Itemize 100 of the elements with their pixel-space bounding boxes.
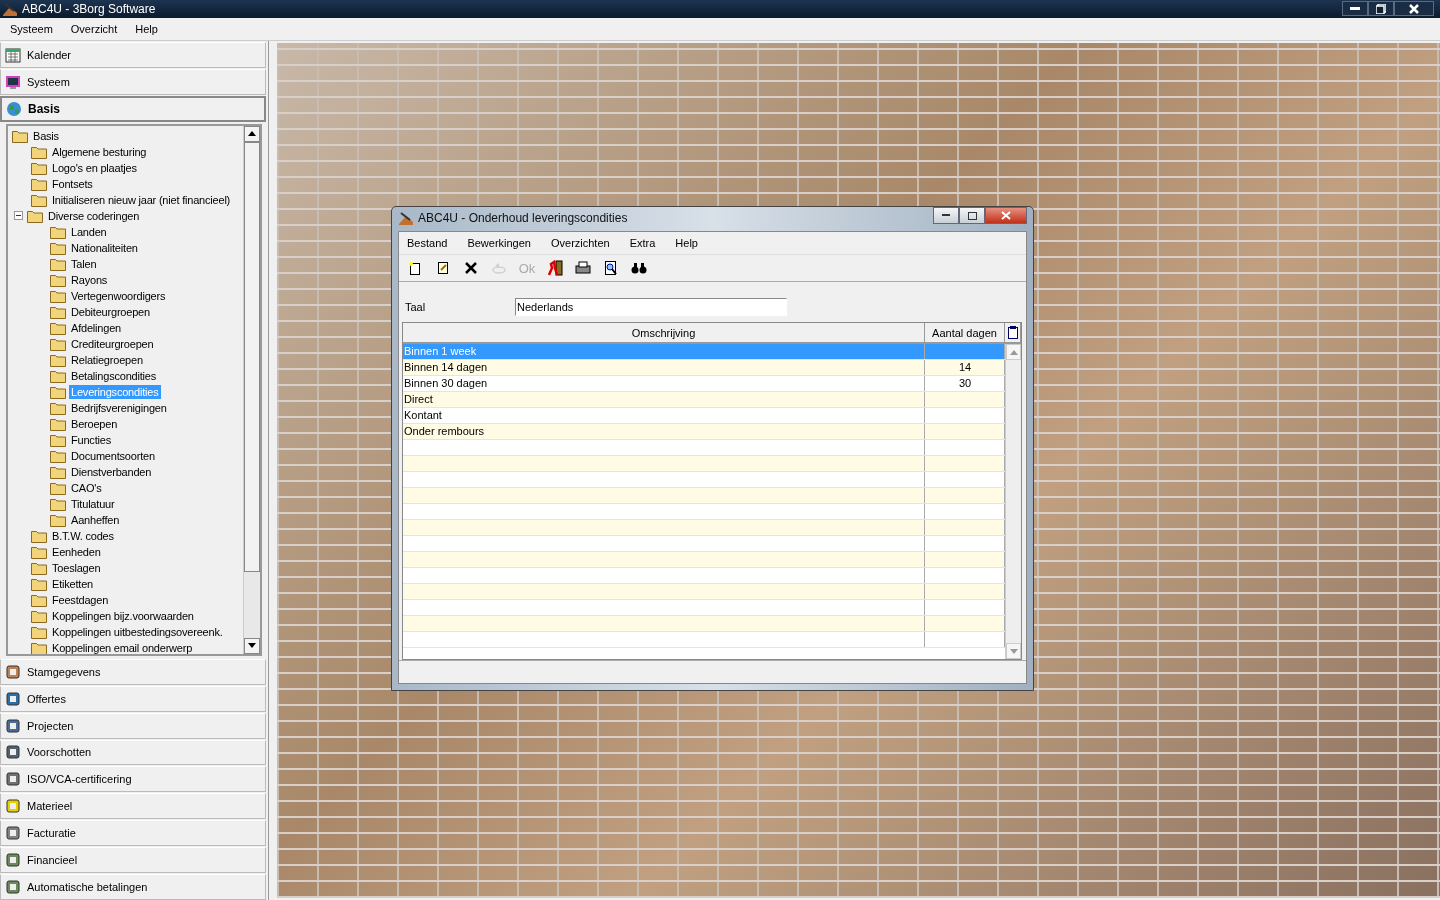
close-icon (1001, 211, 1011, 220)
exit-button[interactable] (545, 258, 565, 278)
tree-item[interactable]: Fontsets (50, 176, 95, 191)
tree-item[interactable]: Dienstverbanden (69, 464, 154, 479)
table-row[interactable]: Direct (403, 392, 1005, 408)
tree-item[interactable]: Crediteurgroepen (69, 336, 156, 351)
table-cell: Direct (403, 392, 925, 407)
menu-item[interactable]: Extra (623, 237, 662, 249)
nav-item[interactable]: Basis (0, 95, 266, 122)
menu-item[interactable]: Overzicht (64, 23, 124, 35)
minimize-button[interactable] (933, 207, 959, 224)
module-icon (5, 744, 21, 761)
folder-icon (50, 464, 66, 479)
table-cell: Kontant (403, 408, 925, 423)
table-row[interactable]: Binnen 14 dagen 14 (403, 360, 1005, 376)
restore-button[interactable] (1368, 1, 1394, 16)
language-field[interactable]: Nederlands (515, 298, 787, 316)
folder-icon (50, 240, 66, 255)
scroll-up-icon[interactable] (244, 125, 260, 142)
tree-item[interactable]: Basis (31, 128, 61, 143)
folder-icon (31, 640, 47, 654)
minimize-button[interactable] (1342, 1, 1368, 16)
module-icon (5, 798, 21, 815)
nav-item[interactable]: Projecten (0, 712, 266, 739)
binoculars-icon (631, 261, 647, 275)
tree-item[interactable]: Toeslagen (50, 560, 103, 575)
clipboard-icon[interactable] (1007, 326, 1018, 339)
field-label: Taal (405, 301, 427, 313)
tree-item[interactable]: Nationaliteiten (69, 240, 140, 255)
nav-item[interactable]: ISO/VCA-certificering (0, 766, 266, 793)
folder-icon (31, 592, 47, 607)
nav-item[interactable]: Financieel (0, 847, 266, 874)
tree-item[interactable]: Koppelingen bijz.voorwaarden (50, 608, 196, 623)
scroll-thumb[interactable] (244, 141, 260, 572)
folder-icon (50, 496, 66, 511)
module-icon (5, 825, 21, 842)
tree-item[interactable]: Etiketten (50, 576, 95, 591)
menu-item[interactable]: Help (669, 237, 704, 249)
tree-item[interactable]: B.T.W. codes (50, 528, 116, 543)
column-header[interactable]: Omschrijving (403, 323, 925, 342)
tree-item[interactable]: Functies (69, 432, 113, 447)
nav-item[interactable]: Offertes (0, 685, 266, 712)
tree-item[interactable]: Betalingscondities (69, 368, 159, 383)
table-cell: Binnen 14 dagen (403, 360, 925, 375)
table-row[interactable]: Binnen 30 dagen 30 (403, 376, 1005, 392)
tree-item[interactable]: Koppelingen email onderwerp (50, 640, 195, 654)
nav-item[interactable]: Stamgegevens (0, 658, 266, 685)
nav-item[interactable]: Materieel (0, 793, 266, 820)
tree-item[interactable]: Beroepen (69, 416, 120, 431)
tree-item[interactable]: Algemene besturing (50, 144, 149, 159)
tree-item[interactable]: Titulatuur (69, 496, 117, 511)
table-row[interactable]: Onder rembours (403, 424, 1005, 440)
window-title: ABC4U - 3Borg Software (22, 2, 156, 16)
menu-item[interactable]: Systeem (4, 23, 59, 35)
column-header[interactable]: Aantal dagen (925, 323, 1005, 342)
menu-item[interactable]: Bestand (401, 237, 454, 249)
tree-item[interactable]: Afdelingen (69, 320, 123, 335)
tree-item[interactable]: Aanheffen (69, 512, 122, 527)
module-icon (5, 663, 21, 680)
menu-item[interactable]: Help (129, 23, 164, 35)
tree-item[interactable]: Logo's en plaatjes (50, 160, 139, 175)
app-icon (398, 210, 414, 226)
menu-item[interactable]: Overzichten (544, 237, 616, 249)
cross-icon (464, 261, 478, 275)
nav-item[interactable]: Automatische betalingen (0, 874, 266, 900)
tree-item[interactable]: Koppelingen uitbestedingsovereenk. (50, 624, 225, 639)
close-button[interactable] (1394, 1, 1434, 16)
tree-item[interactable]: Documentsoorten (69, 448, 157, 463)
tree-item[interactable]: Eenheden (50, 544, 103, 559)
menu-item[interactable]: Bewerkingen (461, 237, 537, 249)
tree-item[interactable]: Bedrijfsverenigingen (69, 400, 169, 415)
maximize-icon (967, 211, 977, 220)
tree-item[interactable]: Landen (69, 224, 109, 239)
folder-icon (50, 400, 66, 415)
table-cell: Onder rembours (403, 424, 925, 439)
tree-item[interactable]: Relatiegroepen (69, 352, 145, 367)
nav-item[interactable]: Systeem (0, 68, 266, 95)
nav-item[interactable]: Voorschotten (0, 739, 266, 766)
tree-item[interactable]: Vertegenwoordigers (69, 288, 168, 303)
tree-item[interactable]: Rayons (69, 272, 110, 287)
scrollbar[interactable] (243, 125, 260, 654)
module-icon (5, 771, 21, 788)
folder-icon (50, 448, 66, 463)
app-icon (2, 1, 18, 17)
nav-item[interactable]: Kalender (0, 42, 266, 68)
folder-icon (31, 576, 47, 591)
calendar-icon (5, 46, 21, 63)
monitor-icon (5, 73, 21, 90)
nav-item[interactable]: Facturatie (0, 820, 266, 847)
tree-item[interactable]: Feestdagen (50, 592, 111, 607)
tree-item[interactable]: Debiteurgroepen (69, 304, 152, 319)
edit-document-icon (436, 261, 450, 275)
folder-icon (31, 624, 47, 639)
tree-item[interactable]: CAO's (69, 480, 104, 495)
collapse-icon[interactable] (14, 211, 23, 221)
table-row[interactable]: Kontant (403, 408, 1005, 424)
tree-item[interactable]: Diverse coderingen (46, 208, 142, 223)
maximize-button[interactable] (959, 207, 985, 224)
tree-item[interactable]: Talen (69, 256, 99, 271)
tree-item[interactable]: Initialiseren nieuw jaar (niet financieel) (50, 192, 233, 207)
